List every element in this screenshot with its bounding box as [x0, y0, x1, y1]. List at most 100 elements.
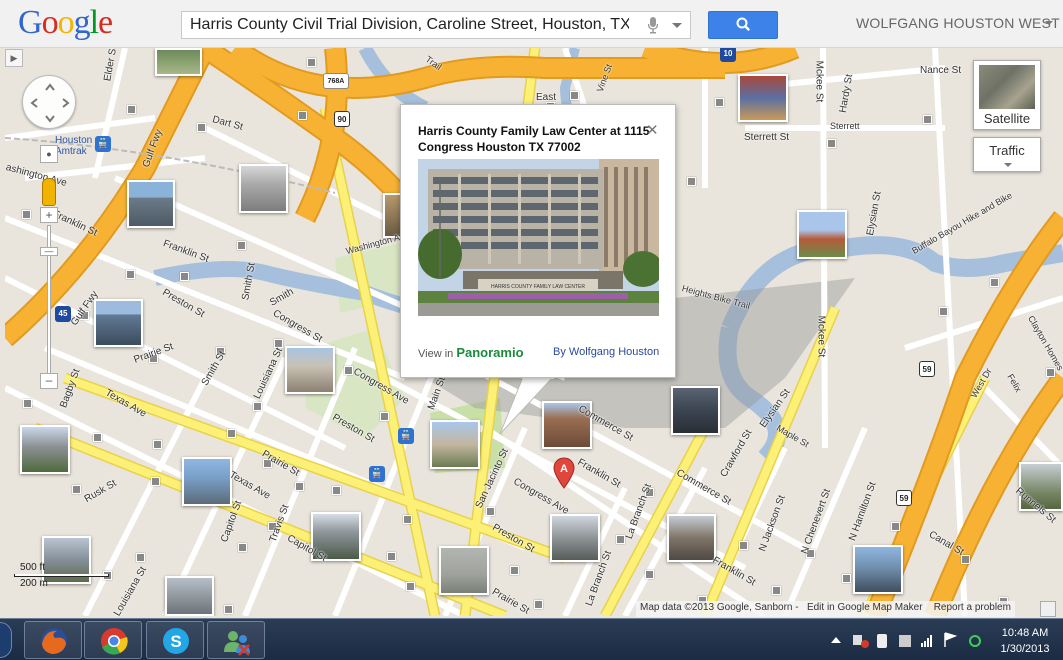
- taskbar-chrome[interactable]: [84, 621, 142, 659]
- search-button[interactable]: [708, 11, 778, 39]
- photo-thumbnail[interactable]: [550, 514, 600, 562]
- photo-marker[interactable]: [180, 272, 189, 281]
- photo-marker[interactable]: [22, 210, 31, 219]
- pan-control[interactable]: [22, 75, 76, 129]
- street-view-pegman-icon[interactable]: [42, 178, 56, 206]
- photo-marker[interactable]: [387, 552, 396, 561]
- photo-marker[interactable]: [406, 582, 415, 591]
- photo-thumbnail[interactable]: [182, 457, 232, 506]
- photo-marker[interactable]: [772, 586, 781, 595]
- traffic-toggle[interactable]: Traffic: [973, 137, 1041, 172]
- chrome-icon: [101, 628, 128, 655]
- photo-marker[interactable]: [939, 307, 948, 316]
- location-dot-icon[interactable]: ●: [40, 145, 58, 163]
- photo-marker[interactable]: [332, 486, 341, 495]
- photo-marker[interactable]: [238, 543, 247, 552]
- taskbar-clock[interactable]: 10:48 AM 1/30/2013: [990, 625, 1060, 657]
- photo-marker[interactable]: [570, 91, 579, 100]
- train-station-icon[interactable]: 🚆: [95, 136, 111, 152]
- author-link[interactable]: By Wolfgang Houston: [553, 346, 659, 358]
- power-icon[interactable]: [877, 634, 887, 648]
- zoom-handle[interactable]: —: [40, 247, 58, 256]
- photo-marker[interactable]: [687, 177, 696, 186]
- edit-in-map-maker-link[interactable]: Edit in Google Map Maker: [807, 602, 923, 613]
- photo-marker[interactable]: [253, 402, 262, 411]
- photo-marker[interactable]: [307, 58, 316, 67]
- volume-muted-icon[interactable]: [853, 635, 862, 645]
- close-icon[interactable]: ✕: [646, 121, 659, 139]
- photo-marker[interactable]: [486, 507, 495, 516]
- search-options-dropdown-icon[interactable]: [672, 23, 682, 28]
- photo-marker[interactable]: [1046, 368, 1055, 377]
- photo-marker[interactable]: [227, 429, 236, 438]
- info-window-photo[interactable]: HARRIS COUNTY FAMILY LAW CENTER: [418, 159, 659, 316]
- photo-thumbnail[interactable]: [165, 576, 214, 616]
- photo-marker[interactable]: [93, 433, 102, 442]
- photo-marker[interactable]: [237, 241, 246, 250]
- train-station-icon[interactable]: 🚆: [398, 428, 414, 444]
- security-icon[interactable]: [899, 635, 911, 647]
- photo-thumbnail[interactable]: [20, 425, 70, 474]
- taskbar-firefox[interactable]: [24, 621, 82, 659]
- photo-marker[interactable]: [136, 553, 145, 562]
- google-logo[interactable]: Google: [18, 4, 113, 42]
- pan-arrows-icon: [30, 83, 70, 123]
- photo-marker[interactable]: [990, 278, 999, 287]
- panoramio-link[interactable]: Panoramio: [456, 345, 523, 360]
- zoom-in-button[interactable]: +: [40, 207, 58, 223]
- expand-map-icon[interactable]: [1040, 601, 1056, 617]
- photo-marker[interactable]: [298, 111, 307, 120]
- photo-marker[interactable]: [197, 123, 206, 132]
- photo-thumbnail[interactable]: [671, 386, 720, 435]
- photo-marker[interactable]: [534, 600, 543, 609]
- photo-marker[interactable]: [126, 270, 135, 279]
- photo-thumbnail[interactable]: [439, 546, 489, 595]
- photo-marker[interactable]: [827, 139, 836, 148]
- taskbar-skype[interactable]: S: [146, 621, 204, 659]
- photo-thumbnail[interactable]: [155, 48, 202, 76]
- photo-marker[interactable]: [224, 605, 233, 614]
- network-signal-icon[interactable]: [921, 635, 932, 647]
- action-center-flag-icon[interactable]: [944, 632, 958, 647]
- photo-marker[interactable]: [923, 115, 932, 124]
- account-dropdown-icon[interactable]: [1045, 21, 1053, 25]
- satellite-toggle[interactable]: Satellite: [973, 60, 1041, 130]
- search-input[interactable]: [182, 12, 637, 38]
- traffic-dropdown-icon[interactable]: [1004, 163, 1012, 167]
- photo-thumbnail[interactable]: [667, 514, 716, 562]
- photo-marker[interactable]: [151, 477, 160, 486]
- photo-marker[interactable]: [23, 399, 32, 408]
- photo-marker[interactable]: [891, 522, 900, 531]
- train-station-icon[interactable]: 🚆: [369, 466, 385, 482]
- photo-marker[interactable]: [510, 566, 519, 575]
- zoom-out-button[interactable]: –: [40, 373, 58, 389]
- photo-marker[interactable]: [961, 555, 970, 564]
- photo-marker[interactable]: [645, 570, 654, 579]
- location-marker[interactable]: A: [553, 457, 575, 489]
- photo-thumbnail[interactable]: [853, 545, 903, 594]
- photo-marker[interactable]: [739, 541, 748, 550]
- photo-thumbnail[interactable]: [127, 180, 175, 228]
- account-name[interactable]: WOLFGANG HOUSTON WEST: [856, 15, 1060, 31]
- photo-marker[interactable]: [380, 412, 389, 421]
- photo-marker[interactable]: [715, 98, 724, 107]
- microphone-icon[interactable]: [648, 17, 658, 34]
- photo-thumbnail[interactable]: [94, 299, 143, 347]
- photo-marker[interactable]: [403, 515, 412, 524]
- side-panel-toggle[interactable]: ▶: [5, 49, 23, 67]
- photo-thumbnail[interactable]: [239, 164, 288, 213]
- photo-thumbnail[interactable]: [285, 346, 335, 394]
- photo-thumbnail[interactable]: [738, 74, 788, 122]
- photo-marker[interactable]: [842, 574, 851, 583]
- report-problem-link[interactable]: Report a problem: [934, 602, 1011, 613]
- photo-marker[interactable]: [295, 482, 304, 491]
- start-button[interactable]: [0, 622, 12, 658]
- photo-thumbnail[interactable]: [797, 210, 847, 259]
- photo-marker[interactable]: [72, 485, 81, 494]
- photo-thumbnail[interactable]: [430, 420, 480, 469]
- photo-marker[interactable]: [127, 105, 136, 114]
- taskbar-people[interactable]: [207, 621, 265, 659]
- photo-marker[interactable]: [153, 440, 162, 449]
- wireless-icon[interactable]: [969, 635, 981, 647]
- show-hidden-icons-icon[interactable]: [831, 637, 841, 643]
